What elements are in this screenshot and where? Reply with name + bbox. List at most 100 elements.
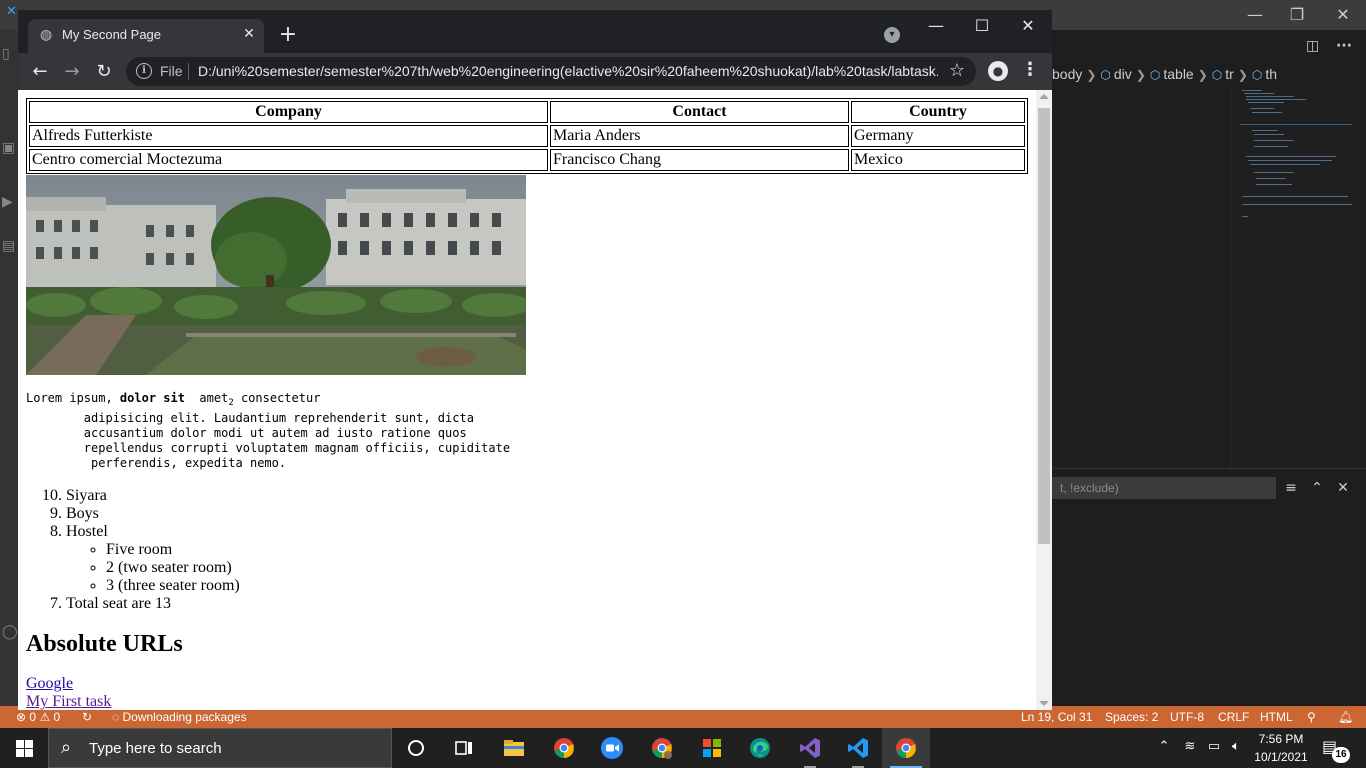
vscode-restore-icon[interactable]: ❐	[1282, 4, 1312, 26]
battery-icon[interactable]: ▭	[1206, 739, 1222, 755]
language-mode[interactable]: HTML	[1260, 710, 1293, 724]
edge-icon[interactable]	[736, 728, 784, 768]
table-cell: Francisco Chang	[550, 149, 849, 171]
search-placeholder: Type here to search	[89, 740, 222, 757]
breadcrumb-item[interactable]: th	[1265, 66, 1277, 82]
clock[interactable]: 7:56 PM 10/1/2021	[1250, 730, 1312, 766]
chrome-active-icon[interactable]	[882, 728, 930, 768]
line-ending[interactable]: CRLF	[1218, 710, 1249, 724]
live-share-icon[interactable]: ↻	[82, 710, 92, 724]
maximize-icon[interactable]: ☐	[962, 14, 1002, 38]
vscode-panel	[1052, 468, 1366, 706]
zoom-icon[interactable]	[588, 728, 636, 768]
scheme-label: File	[160, 63, 183, 79]
url-text[interactable]: D:/uni%20semester/semester%207th/web%20e…	[198, 63, 938, 79]
split-editor-icon[interactable]: ◫	[1306, 38, 1328, 56]
task-view-icon[interactable]	[440, 728, 488, 768]
close-icon[interactable]: ✕	[1334, 480, 1352, 496]
chevron-right-icon: ❯	[1197, 68, 1208, 82]
minimize-icon[interactable]: —	[916, 14, 956, 38]
vscode-activity-bar: ▯ ▣ ▶ ▤ ◯	[0, 30, 18, 706]
search-exclude-input[interactable]: t, !exclude)	[1052, 477, 1276, 499]
notifications-bell-icon[interactable]: 🔔︎	[1338, 710, 1353, 724]
reload-icon[interactable]: ↻	[92, 60, 116, 84]
chevron-right-icon: ❯	[1086, 68, 1097, 82]
more-actions-icon[interactable]: ···	[1336, 38, 1358, 56]
cortana-icon[interactable]	[392, 728, 440, 768]
list-item: Hostel Five room 2 (two seater room) 3 (…	[66, 523, 1028, 595]
account-icon[interactable]: ◯	[2, 624, 18, 642]
table-cell: Centro comercial Moctezuma	[29, 149, 548, 171]
company-table: Company Contact Country Alfreds Futterki…	[26, 98, 1028, 174]
page-content: Company Contact Country Alfreds Futterki…	[26, 98, 1028, 710]
bookmark-star-icon[interactable]: ☆	[946, 60, 968, 82]
my-first-task-link[interactable]: My First task	[26, 693, 1028, 710]
list-item: 3 (three seater room)	[106, 577, 1028, 595]
breadcrumb-item[interactable]: tr	[1225, 66, 1234, 82]
vscode-close-icon[interactable]: ✕	[1328, 4, 1358, 26]
visual-studio-icon[interactable]	[786, 728, 834, 768]
tab-close-icon[interactable]: ✕	[240, 26, 258, 44]
error-icon: ⊗	[16, 710, 27, 724]
tab-search-icon[interactable]: ▾	[884, 27, 900, 43]
clock-time: 7:56 PM	[1258, 732, 1304, 746]
downloading-label: Downloading packages	[122, 710, 247, 724]
info-icon[interactable]: i	[136, 63, 152, 79]
chevron-up-icon[interactable]: ⌃	[1308, 480, 1326, 496]
new-tab-button[interactable]: +	[276, 24, 300, 48]
feedback-icon[interactable]: ⚲	[1307, 710, 1316, 724]
list-item: Siyara	[66, 487, 1028, 505]
breadcrumb-item[interactable]: table	[1163, 66, 1193, 82]
forward-icon[interactable]: →	[60, 60, 84, 84]
pre-text: adipisicing elit. Laudantium reprehender…	[26, 411, 474, 425]
clear-list-icon[interactable]: ≡	[1282, 480, 1300, 496]
chevron-up-icon[interactable]: ⌃	[1156, 739, 1172, 755]
table-cell: Mexico	[851, 149, 1025, 171]
element-icon: ⬡	[1149, 68, 1161, 82]
taskbar-search-box[interactable]: ⌕ Type here to search	[48, 728, 392, 768]
remote-icon[interactable]: ▤	[2, 238, 16, 256]
table-cell: Maria Anders	[550, 125, 849, 147]
tab-my-second-page[interactable]: ◍ My Second Page ✕	[28, 19, 264, 53]
table-row: Alfreds Futterkiste Maria Anders Germany	[29, 125, 1025, 147]
breadcrumb-item[interactable]: body	[1052, 66, 1082, 82]
tab-title: My Second Page	[62, 27, 162, 42]
indentation[interactable]: Spaces: 2	[1105, 710, 1158, 724]
windows-start-icon[interactable]	[0, 728, 48, 768]
extensions-icon[interactable]: ▣	[2, 140, 16, 158]
explorer-icon[interactable]: ▯	[2, 46, 16, 64]
chrome-profile-icon[interactable]	[638, 728, 686, 768]
chevron-right-icon: ❯	[1237, 68, 1248, 82]
back-icon[interactable]: ←	[28, 60, 52, 84]
breadcrumb-item[interactable]: div	[1114, 66, 1132, 82]
wifi-icon[interactable]: ≋	[1182, 739, 1198, 755]
scroll-thumb[interactable]	[1038, 108, 1050, 544]
profile-avatar-icon[interactable]: ●	[988, 61, 1008, 81]
scroll-up-arrow-icon[interactable]	[1039, 94, 1049, 99]
table-header-row: Company Contact Country	[29, 101, 1025, 123]
pre-text: accusantium dolor modi ut autem ad iusto…	[26, 426, 467, 440]
chrome-icon[interactable]	[540, 728, 588, 768]
problems-indicator[interactable]: ⊗ 0 ⚠ 0	[16, 710, 60, 724]
table-header: Company	[29, 101, 548, 123]
downloading-status[interactable]: ◌ Downloading packages	[112, 710, 247, 724]
chevron-right-icon: ❯	[1135, 68, 1146, 82]
minimap[interactable]	[1232, 88, 1352, 228]
vscode-icon[interactable]	[834, 728, 882, 768]
file-explorer-icon[interactable]	[490, 728, 538, 768]
run-debug-icon[interactable]: ▶	[2, 194, 16, 212]
page-scrollbar[interactable]	[1036, 90, 1052, 710]
volume-muted-icon[interactable]: 🔈︎	[1228, 739, 1244, 755]
office-app-icon[interactable]	[688, 728, 736, 768]
window-close-icon[interactable]: ✕	[1008, 14, 1048, 38]
vscode-minimize-icon[interactable]: —	[1240, 4, 1270, 26]
notification-count-badge: 16	[1332, 747, 1350, 763]
encoding[interactable]: UTF-8	[1170, 710, 1204, 724]
google-link[interactable]: Google	[26, 675, 1028, 693]
cursor-position[interactable]: Ln 19, Col 31	[1021, 710, 1092, 724]
scroll-down-arrow-icon[interactable]	[1039, 701, 1049, 706]
chrome-menu-icon[interactable]: ⋮	[1020, 59, 1040, 83]
page-viewport[interactable]: Company Contact Country Alfreds Futterki…	[18, 90, 1052, 710]
address-bar[interactable]: i File D:/uni%20semester/semester%207th/…	[126, 57, 976, 86]
pre-text: Lorem ipsum,	[26, 391, 120, 405]
